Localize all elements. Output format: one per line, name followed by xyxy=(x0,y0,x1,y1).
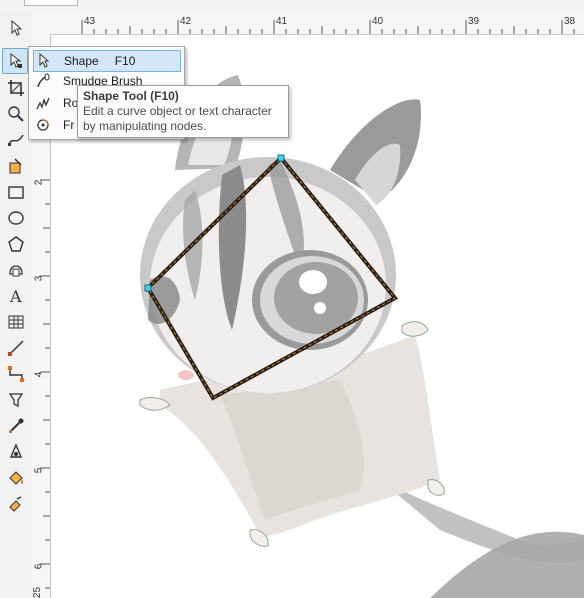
ellipse-tool-icon[interactable] xyxy=(6,208,26,228)
text-tool-icon[interactable]: A xyxy=(6,286,26,306)
zoom-tool-icon[interactable] xyxy=(6,104,26,124)
property-bar-input[interactable] xyxy=(24,0,78,6)
flyout-item-label: Shape xyxy=(64,54,99,68)
shape-tool-icon[interactable] xyxy=(2,48,28,74)
flyout-item-shortcut: F10 xyxy=(114,54,136,68)
smudge-brush-icon xyxy=(33,72,53,90)
ruler-h-label: 41 xyxy=(276,16,288,27)
connector-tool-icon[interactable] xyxy=(6,364,26,384)
ruler-h-label: 40 xyxy=(372,16,384,27)
polygon-tool-icon[interactable] xyxy=(6,234,26,254)
eyedropper-tool-icon[interactable] xyxy=(6,416,26,436)
tooltip-title: Shape Tool (F10) xyxy=(83,89,179,103)
basic-shapes-tool-icon[interactable] xyxy=(6,260,26,280)
crop-tool-icon[interactable] xyxy=(6,78,26,98)
table-tool-icon[interactable] xyxy=(6,312,26,332)
free-transform-icon xyxy=(33,116,53,134)
ruler-v-label: 4 xyxy=(33,371,45,378)
ruler-v-label: 25 xyxy=(32,586,44,598)
ruler-h-label: 39 xyxy=(468,16,480,27)
smart-fill-tool-icon[interactable] xyxy=(6,156,26,176)
roughen-brush-icon xyxy=(33,94,53,112)
ruler-v-label: 2 xyxy=(33,179,45,186)
dimension-tool-icon[interactable] xyxy=(6,338,26,358)
rectangle-tool-icon[interactable] xyxy=(6,182,26,202)
shape-tool-tooltip: Shape Tool (F10) Edit a curve object or … xyxy=(77,85,289,138)
pick-tool-icon[interactable] xyxy=(6,18,26,38)
horizontal-ruler[interactable]: 43 42 41 40 39 38 xyxy=(32,12,584,35)
shape-tool-icon xyxy=(34,52,54,70)
horizontal-ruler-ticks xyxy=(81,20,575,34)
fill-tool-icon[interactable] xyxy=(6,468,26,488)
ruler-v-label: 5 xyxy=(33,467,45,474)
flyout-item-shape[interactable]: Shape F10 xyxy=(33,50,181,72)
ruler-v-label: 6 xyxy=(33,563,45,570)
ruler-h-label: 42 xyxy=(180,16,192,27)
ruler-h-label: 43 xyxy=(84,16,96,27)
drop-shadow-tool-icon[interactable] xyxy=(6,390,26,410)
flyout-item-label: Fr xyxy=(63,118,75,132)
ruler-v-label: 3 xyxy=(33,275,45,282)
property-bar-strip xyxy=(0,0,584,12)
outline-tool-icon[interactable] xyxy=(6,442,26,462)
svg-text:A: A xyxy=(9,287,22,305)
ruler-h-label: 38 xyxy=(564,16,576,27)
freehand-tool-icon[interactable] xyxy=(6,130,26,150)
interactive-fill-tool-icon[interactable] xyxy=(6,494,26,514)
tooltip-body: Edit a curve object or text character by… xyxy=(83,104,272,133)
